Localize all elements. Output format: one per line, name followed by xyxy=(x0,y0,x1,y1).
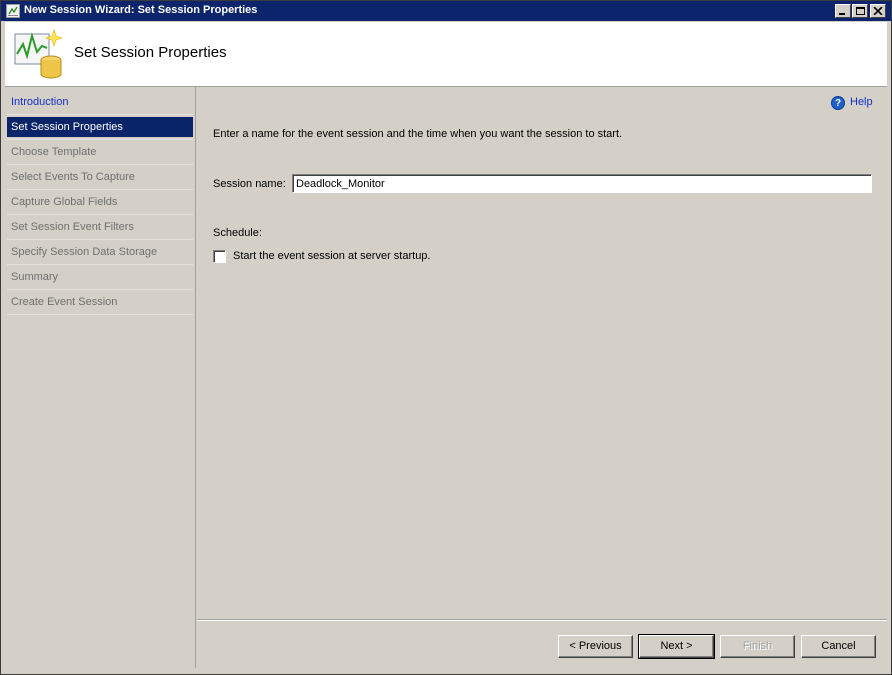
instructions-text: Enter a name for the event session and t… xyxy=(213,128,623,140)
nav-divider xyxy=(7,214,193,215)
wizard-content-pane: ? Help Enter a name for the event sessio… xyxy=(197,87,887,619)
wizard-banner: Set Session Properties xyxy=(5,22,887,87)
session-name-input[interactable] xyxy=(292,174,872,193)
finish-button: Finish xyxy=(720,635,795,658)
maximize-icon xyxy=(856,7,865,15)
close-button[interactable] xyxy=(870,4,886,18)
nav-divider xyxy=(7,239,193,240)
next-button[interactable]: Next > xyxy=(638,634,715,659)
startup-checkbox[interactable] xyxy=(213,250,226,263)
nav-divider xyxy=(7,289,193,290)
wizard-app-icon xyxy=(6,4,20,18)
close-icon xyxy=(873,7,883,15)
nav-divider xyxy=(7,189,193,190)
nav-divider xyxy=(7,264,193,265)
wizard-steps-nav: Introduction Set Session Properties Choo… xyxy=(5,87,196,668)
nav-step-introduction[interactable]: Introduction xyxy=(7,92,193,112)
wizard-window: New Session Wizard: Set Session Properti… xyxy=(0,0,892,675)
title-bar[interactable]: New Session Wizard: Set Session Properti… xyxy=(1,1,891,21)
schedule-label: Schedule: xyxy=(213,227,262,239)
page-title: Set Session Properties xyxy=(74,44,227,61)
minimize-icon xyxy=(839,13,845,15)
window-title: New Session Wizard: Set Session Properti… xyxy=(24,4,258,16)
cancel-button[interactable]: Cancel xyxy=(801,635,876,658)
wizard-footer: < Previous Next > Finish Cancel xyxy=(197,619,887,669)
nav-divider xyxy=(7,139,193,140)
nav-step-event-filters: Set Session Event Filters xyxy=(11,221,134,233)
startup-checkbox-label[interactable]: Start the event session at server startu… xyxy=(233,250,430,262)
help-icon: ? xyxy=(831,96,845,110)
help-label: Help xyxy=(850,96,873,108)
nav-divider xyxy=(7,314,193,315)
nav-step-data-storage: Specify Session Data Storage xyxy=(11,246,158,258)
session-chart-database-icon xyxy=(13,28,65,80)
nav-step-capture-global-fields: Capture Global Fields xyxy=(11,196,118,208)
nav-step-choose-template: Choose Template xyxy=(11,146,97,158)
maximize-button[interactable] xyxy=(852,4,868,18)
nav-step-create-event-session: Create Event Session xyxy=(11,296,118,308)
previous-button[interactable]: < Previous xyxy=(558,635,633,658)
nav-step-set-session-properties[interactable]: Set Session Properties xyxy=(7,117,193,137)
nav-step-summary: Summary xyxy=(11,271,59,283)
minimize-button[interactable] xyxy=(835,4,851,18)
session-name-label: Session name: xyxy=(213,178,286,190)
nav-divider xyxy=(7,114,193,115)
nav-divider xyxy=(7,164,193,165)
nav-step-select-events: Select Events To Capture xyxy=(11,171,135,183)
